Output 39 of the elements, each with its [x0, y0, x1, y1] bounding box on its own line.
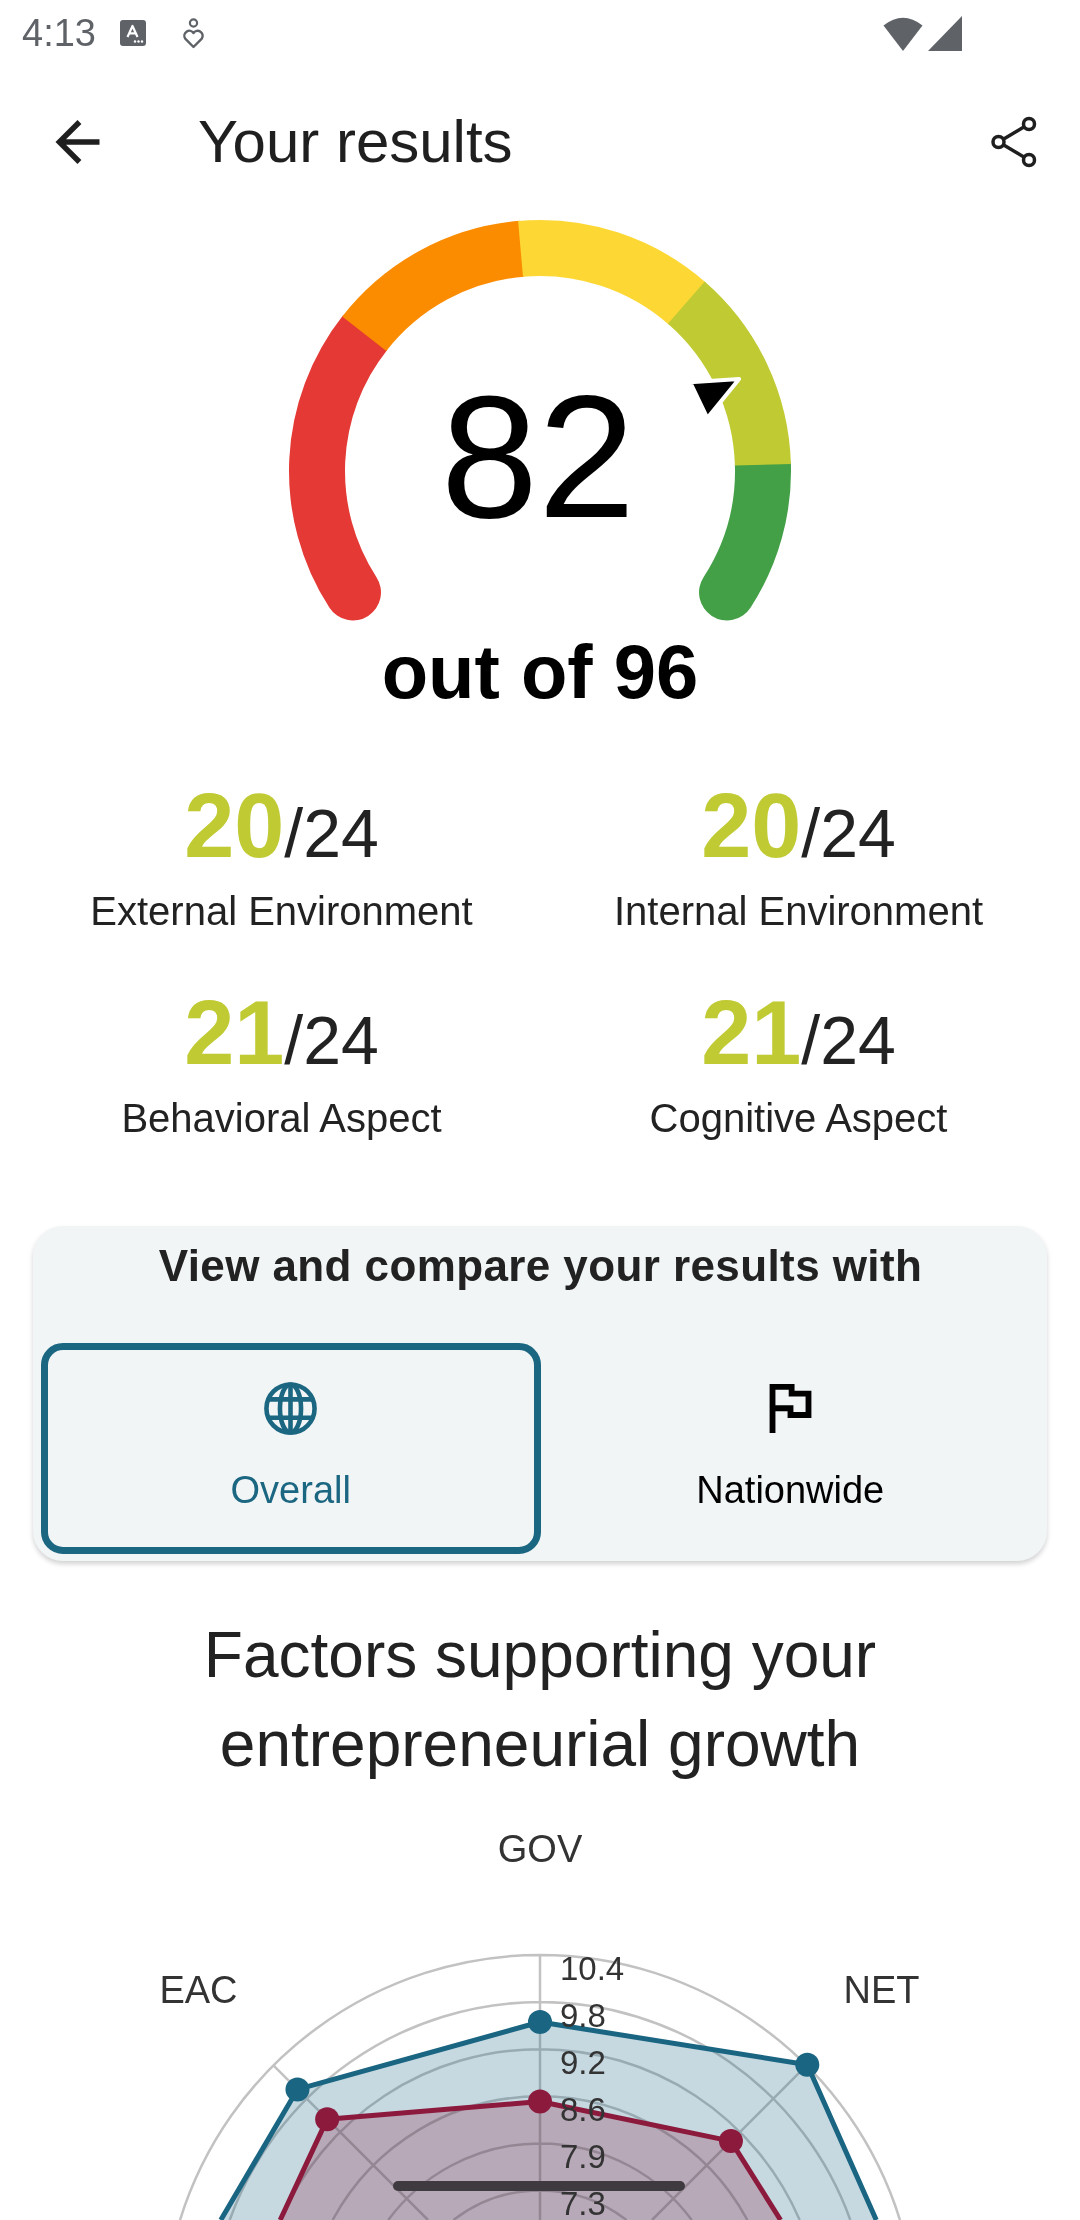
- scale-label: 9.2: [560, 2050, 606, 2075]
- globe-icon: [263, 1381, 319, 1436]
- radar-point: [285, 2077, 310, 2102]
- subscore-label: Internal Environment: [613, 888, 984, 935]
- compare-title: View and compare your results with: [158, 1240, 923, 1292]
- subscore-value: 21/24: [701, 988, 896, 1078]
- subscore-label: Cognitive Aspect: [649, 1095, 948, 1142]
- section-title: Factors supporting your entrepreneurial growth: [202, 1618, 878, 1782]
- scale-label: 10.4: [560, 1956, 625, 1981]
- radar-point: [315, 2107, 340, 2132]
- radar-point: [528, 2089, 552, 2114]
- subscore-label: External Environment: [90, 888, 473, 935]
- axis-label: GOV: [497, 1828, 583, 1870]
- scale-label: 7.3: [560, 2192, 606, 2217]
- subscore-value: 20/24: [184, 781, 379, 871]
- subscore-value: 20/24: [701, 781, 896, 871]
- wifi-icon: [883, 15, 923, 51]
- page-title: Your results: [198, 107, 513, 177]
- status-time: 4:13: [22, 11, 96, 55]
- letter-tile-icon: [119, 20, 146, 46]
- signal-icon: [928, 15, 962, 51]
- subscore-value: 21/24: [184, 988, 379, 1078]
- score-caption: out of 96: [381, 628, 699, 715]
- heart-icon: [181, 17, 205, 49]
- radar-point: [528, 2010, 552, 2034]
- back-arrow-icon[interactable]: [55, 120, 100, 164]
- flag-icon: [768, 1384, 812, 1433]
- axis-label: EAC: [159, 1969, 238, 2012]
- axis-label: NET: [843, 1969, 920, 2012]
- subscore-label: Behavioral Aspect: [121, 1095, 442, 1142]
- scale-label: 9.8: [560, 2003, 606, 2028]
- compare-tab[interactable]: Nationwide: [540, 1343, 1040, 1554]
- compare-tab[interactable]: Overall: [41, 1343, 541, 1554]
- scale-label: 7.9: [560, 2145, 606, 2169]
- score-value: 82: [440, 359, 636, 554]
- radar-point: [795, 2052, 820, 2077]
- gesture-handle[interactable]: [393, 2181, 685, 2191]
- share-icon[interactable]: [990, 116, 1038, 168]
- radar-point: [718, 2129, 743, 2154]
